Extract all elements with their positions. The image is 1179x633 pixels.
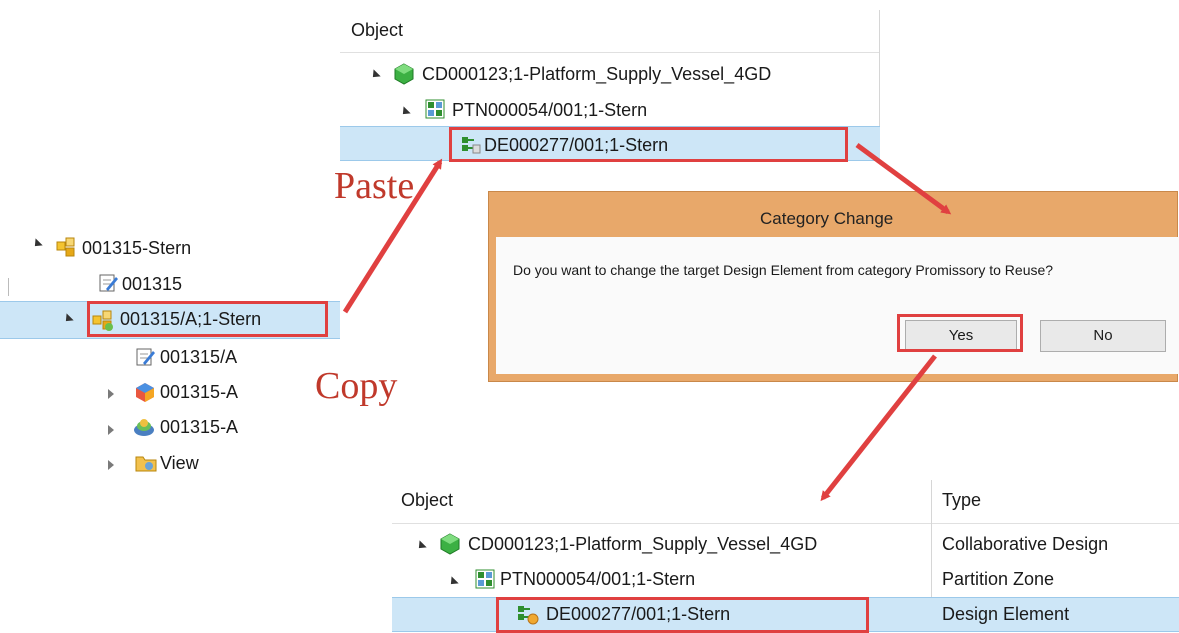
annotation-arrows bbox=[342, 142, 952, 502]
dialog-to-result-arrow bbox=[820, 354, 937, 502]
copy-to-paste-arrow bbox=[342, 158, 443, 314]
paste-to-dialog-arrow bbox=[855, 142, 952, 215]
